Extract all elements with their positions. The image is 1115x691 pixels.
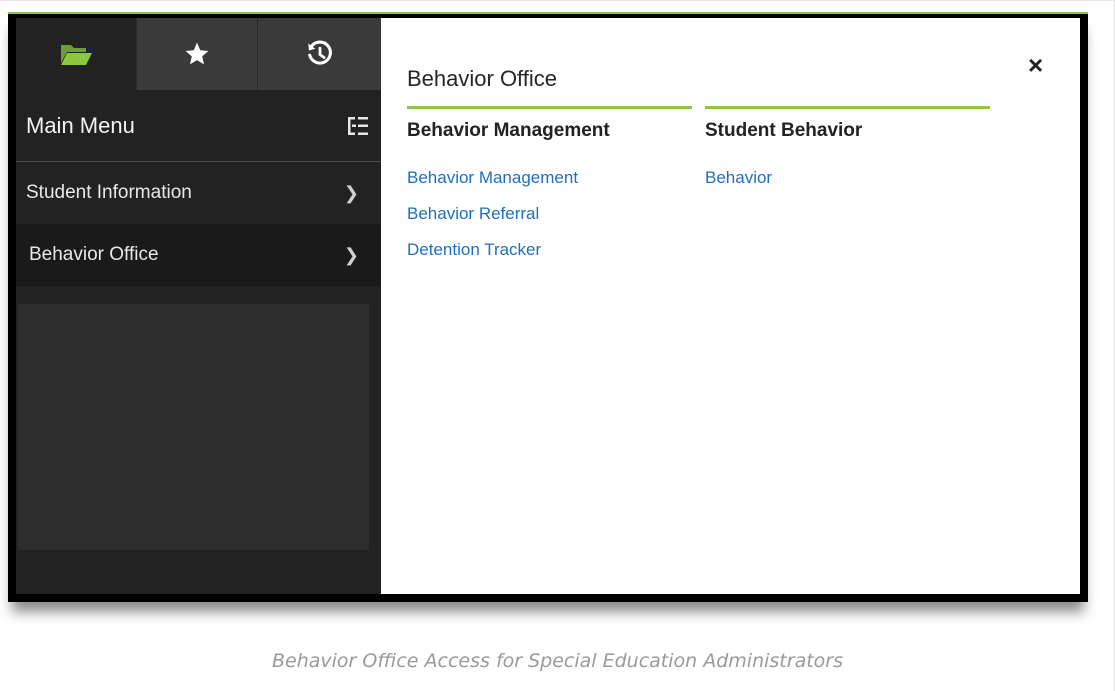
sidebar-empty-area [18,304,369,550]
image-caption: Behavior Office Access for Special Educa… [272,650,843,672]
link-list: Behavior [705,160,990,196]
tab-menu[interactable] [16,18,137,90]
star-icon [185,42,209,65]
folder-open-icon [61,45,92,65]
sidebar: Main Menu Student Information ❯ Behavior… [16,18,381,594]
sidebar-tabs [16,18,381,90]
column-behavior-management: Behavior Management Behavior Management … [407,106,692,268]
chevron-right-icon: ❯ [343,182,359,203]
panel-title: Behavior Office [407,66,558,91]
sidebar-item-student-information[interactable]: Student Information ❯ [16,162,381,224]
chevron-right-icon: ❯ [343,244,359,265]
column-student-behavior: Student Behavior Behavior [705,106,990,196]
submenu-panel: Behavior Office × Behavior Management Be… [381,18,1080,594]
close-icon[interactable]: × [1028,50,1043,81]
column-heading: Student Behavior [705,120,863,141]
sidebar-item-label: Student Information [26,182,192,203]
column-heading: Behavior Management [407,120,610,141]
main-menu-header: Main Menu [16,90,381,162]
main-menu-title: Main Menu [26,112,135,138]
link-behavior[interactable]: Behavior [705,160,990,196]
list-tree-icon[interactable] [347,115,369,137]
link-behavior-referral[interactable]: Behavior Referral [407,196,692,232]
tab-recent[interactable] [258,18,381,90]
sidebar-item-behavior-office[interactable]: Behavior Office ❯ [16,224,381,286]
history-icon [307,40,332,65]
link-detention-tracker[interactable]: Detention Tracker [407,232,692,268]
screenshot-frame: Main Menu Student Information ❯ Behavior… [8,12,1088,602]
link-list: Behavior Management Behavior Referral De… [407,160,692,268]
sidebar-item-label: Behavior Office [29,244,159,265]
tab-favorites[interactable] [137,18,258,90]
accent-line [8,12,1088,14]
link-behavior-management[interactable]: Behavior Management [407,160,692,196]
